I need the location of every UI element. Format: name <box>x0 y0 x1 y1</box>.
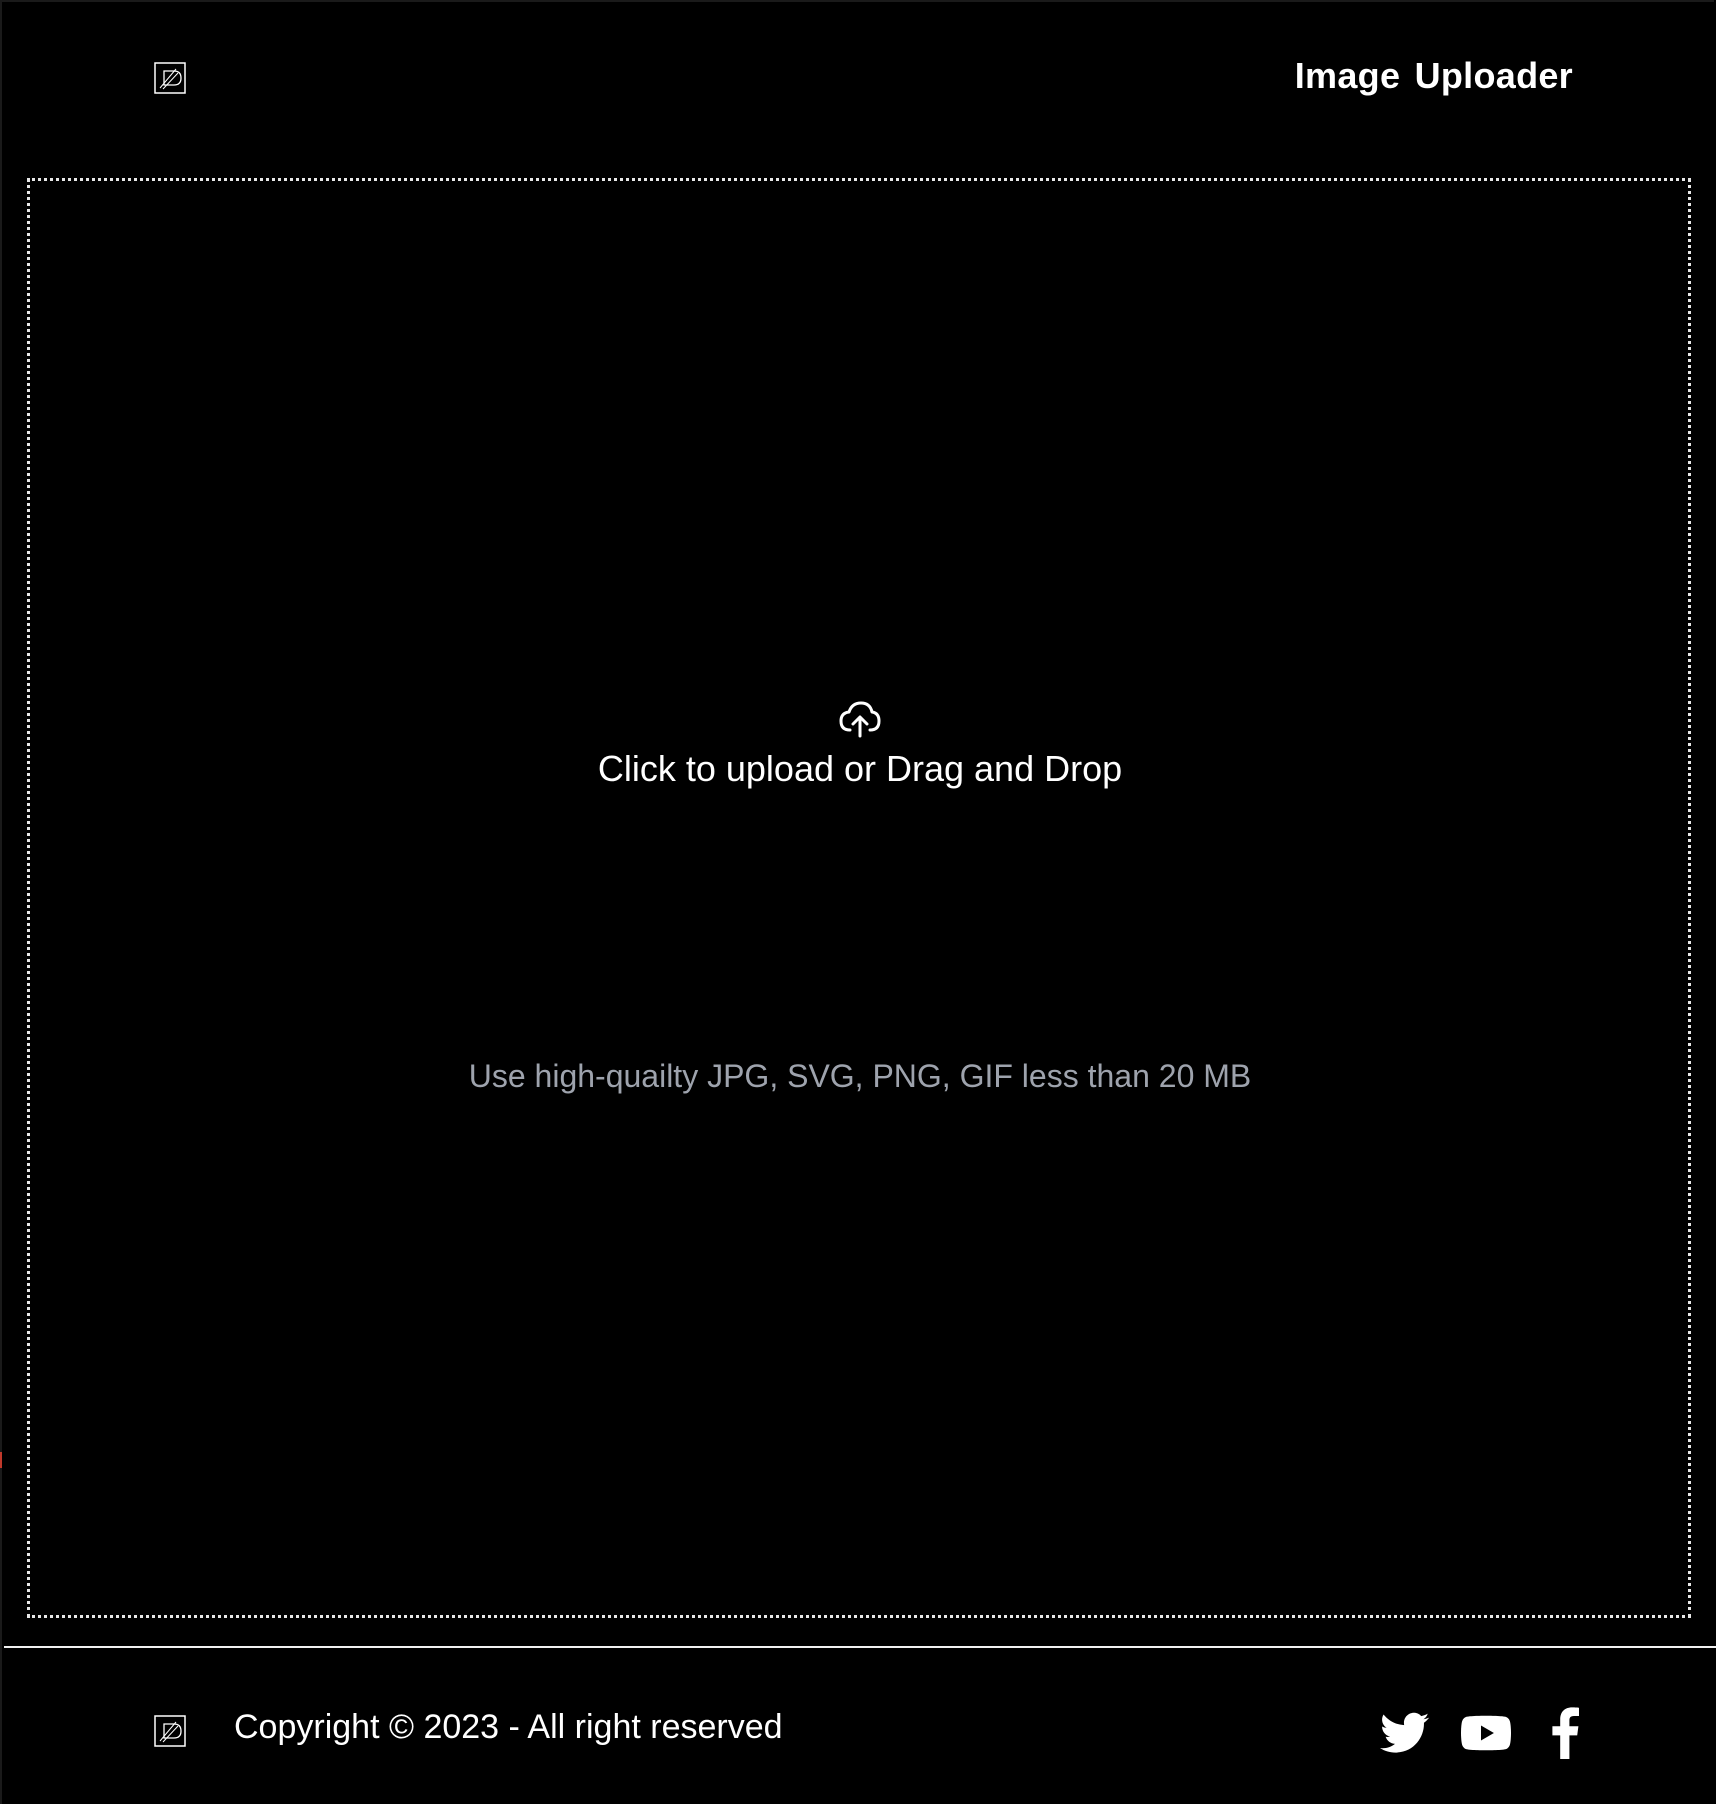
upload-hint: Use high-quailty JPG, SVG, PNG, GIF less… <box>468 1058 1252 1094</box>
footer-divider <box>4 1646 1716 1648</box>
upload-label[interactable]: Click to upload or Drag and Drop <box>0 748 1716 790</box>
logo-d-icon[interactable] <box>154 62 186 94</box>
edge-marker <box>0 1452 2 1468</box>
youtube-icon[interactable] <box>1461 1707 1511 1759</box>
cloud-upload-icon[interactable] <box>838 700 882 738</box>
copyright-text: Copyright © 2023 - All right reserved <box>234 1708 783 1746</box>
twitter-icon[interactable] <box>1380 1707 1430 1759</box>
logo-d-icon[interactable] <box>154 1715 186 1747</box>
upload-dropzone[interactable] <box>27 178 1691 1618</box>
app-title: Image Uploader <box>1294 55 1573 96</box>
header: Image Uploader <box>0 0 1716 158</box>
facebook-icon[interactable] <box>1550 1707 1580 1759</box>
